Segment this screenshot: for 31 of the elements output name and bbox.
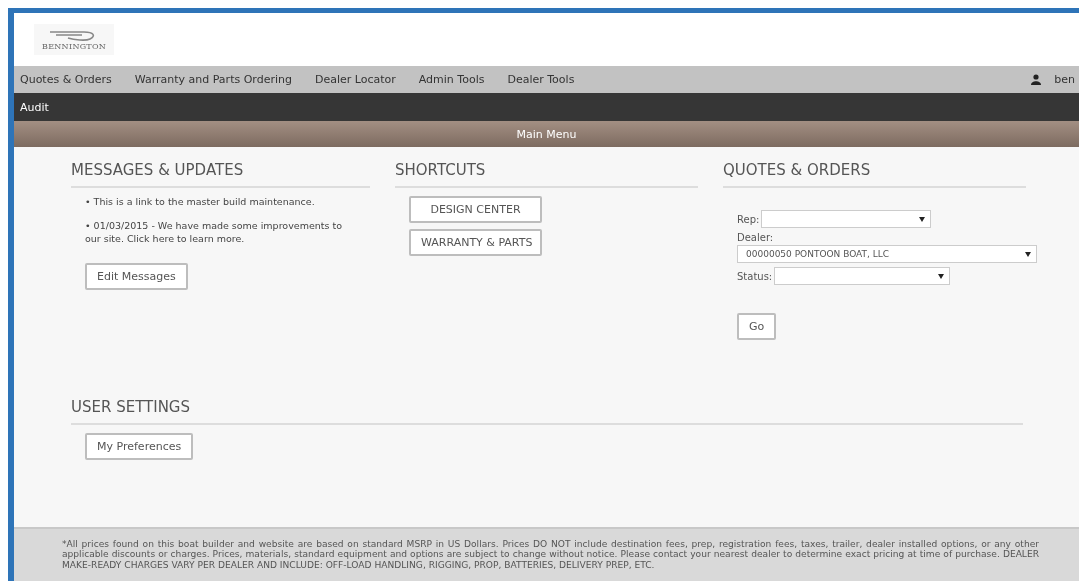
user-icon bbox=[1031, 74, 1042, 85]
section-heading: SHORTCUTS bbox=[395, 161, 698, 188]
nav-menu-item[interactable]: Quotes & Orders bbox=[20, 73, 112, 86]
nav-menu-item[interactable]: Dealer Locator bbox=[314, 73, 396, 86]
field-label: Dealer: bbox=[737, 232, 775, 243]
edit-messages-button[interactable]: Edit Messages bbox=[85, 263, 188, 291]
dropdown-field[interactable] bbox=[761, 210, 932, 228]
dropdown-caret-icon bbox=[938, 273, 945, 279]
go-button[interactable]: Go bbox=[737, 313, 777, 340]
field-label: Rep: bbox=[737, 213, 760, 225]
section-heading: USER SETTINGS bbox=[71, 398, 1023, 425]
logo[interactable]: BENNINGTON bbox=[34, 24, 115, 55]
message-link[interactable]: • 01/03/2015 - We have made some improvements to our site. Click here to learn more. bbox=[85, 220, 360, 246]
subnav-menu-item[interactable]: Audit bbox=[20, 100, 49, 114]
shortcut-button[interactable]: DESIGN CENTER bbox=[409, 196, 542, 223]
dropdown-caret-icon bbox=[1025, 251, 1031, 257]
section-heading: QUOTES & ORDERS bbox=[723, 161, 1026, 188]
section-heading: MESSAGES & UPDATES bbox=[71, 161, 370, 188]
dropdown-field[interactable]: 00000050 PONTOON BOAT, LLC bbox=[737, 245, 1037, 263]
disclaimer-text: *All prices found on this boat builder and website are based on standard MSRP in US Dollars. Prices DO NOT include destination fees, prep, registration fees, taxes, trailer, dealer installed options, or any other applicable discounts or charges. Prices, materials, standard equipment and options are subject to change without notice. Please contact your nearest dealer to determine exact pricing at time of purchase. DEALER MAKE-READY CHARGES VARY PER DEALER AND INCLUDE: OFF-LOAD HANDLING, RIGGING, PROP, BATTERIES, DELIVERY PREP, ETC. bbox=[62, 539, 1039, 571]
nav-menu-item[interactable]: Warranty and Parts Ordering bbox=[134, 73, 292, 86]
field-label: Status: bbox=[737, 270, 773, 282]
dropdown-caret-icon bbox=[919, 216, 926, 222]
my-preferences-button[interactable]: My Preferences bbox=[85, 433, 194, 460]
nav-menu-item[interactable]: Dealer Tools bbox=[507, 73, 575, 86]
dropdown-field[interactable] bbox=[774, 267, 951, 285]
username[interactable]: ben bbox=[1054, 73, 1075, 86]
message-link[interactable]: • This is a link to the master build maintenance. bbox=[85, 196, 360, 209]
nav-menu-item[interactable]: Admin Tools bbox=[418, 73, 485, 86]
page-title: Main Menu bbox=[516, 127, 577, 141]
shortcut-button[interactable]: WARRANTY & PARTS bbox=[409, 229, 542, 256]
